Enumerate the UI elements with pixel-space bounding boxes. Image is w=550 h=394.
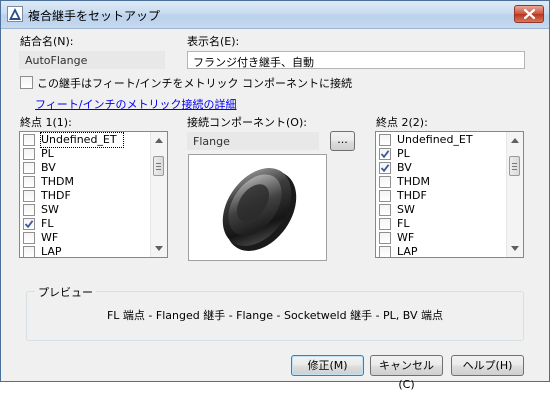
list-item[interactable]: LAP bbox=[379, 245, 507, 258]
endpoint1-scrollbar[interactable] bbox=[150, 132, 167, 257]
modify-button[interactable]: 修正(M) bbox=[291, 355, 364, 376]
list-item-label: LAP bbox=[41, 245, 62, 258]
list-item-label: WF bbox=[41, 231, 59, 244]
display-name-input[interactable]: フランジ付き継手、自動 bbox=[187, 51, 525, 69]
endpoint2-scrollbar[interactable] bbox=[506, 132, 523, 257]
preview-description: FL 端点 - Flanged 継手 - Flange - Socketweld… bbox=[106, 309, 444, 322]
list-item-label: PL bbox=[41, 147, 54, 160]
list-item-label: THDM bbox=[397, 175, 430, 188]
component-preview-image bbox=[188, 154, 327, 261]
checked-checkbox[interactable] bbox=[23, 218, 35, 230]
list-item[interactable]: THDF bbox=[379, 189, 507, 203]
endpoint2-label: 終点 2(2): bbox=[376, 116, 428, 129]
list-item-label: LAP bbox=[397, 245, 418, 258]
list-item-label: WF bbox=[397, 231, 415, 244]
list-item-label: SW bbox=[41, 203, 59, 216]
list-item[interactable]: PL bbox=[23, 147, 151, 161]
list-item-label: PL bbox=[397, 147, 410, 160]
list-item[interactable]: LAP bbox=[23, 245, 151, 258]
endpoint1-label: 終点 1(1): bbox=[20, 116, 72, 129]
connection-component-label: 接続コンポーネント(O): bbox=[187, 116, 307, 129]
list-item[interactable]: WF bbox=[23, 231, 151, 245]
connection-component-field: Flange bbox=[187, 132, 319, 150]
cancel-button[interactable]: キャンセル(C) bbox=[370, 355, 443, 391]
scroll-thumb[interactable] bbox=[153, 156, 164, 176]
list-item[interactable]: BV bbox=[23, 161, 151, 175]
unchecked-checkbox[interactable] bbox=[23, 176, 35, 188]
unchecked-checkbox[interactable] bbox=[23, 204, 35, 216]
list-item[interactable]: SW bbox=[379, 203, 507, 217]
scroll-up-icon[interactable] bbox=[155, 138, 163, 143]
joint-name-label: 結合名(N): bbox=[20, 35, 74, 48]
list-item[interactable]: SW bbox=[23, 203, 151, 217]
unchecked-checkbox[interactable] bbox=[379, 190, 391, 202]
checked-checkbox[interactable] bbox=[379, 162, 391, 174]
unchecked-checkbox[interactable] bbox=[379, 204, 391, 216]
list-item-label: SW bbox=[397, 203, 415, 216]
display-name-label: 表示名(E): bbox=[187, 35, 240, 48]
list-item[interactable]: THDF bbox=[23, 189, 151, 203]
list-item-label: THDM bbox=[41, 175, 74, 188]
check-icon bbox=[380, 150, 390, 159]
list-item-label: THDF bbox=[41, 189, 71, 202]
metric-details-link[interactable]: フィート/インチのメトリック接続の詳細 bbox=[35, 96, 237, 112]
unchecked-checkbox[interactable] bbox=[23, 134, 35, 146]
checked-checkbox[interactable] bbox=[379, 148, 391, 160]
list-item-label: THDF bbox=[397, 189, 427, 202]
scroll-thumb[interactable] bbox=[509, 156, 520, 176]
unchecked-checkbox[interactable] bbox=[379, 176, 391, 188]
list-item-label: BV bbox=[41, 161, 56, 174]
list-item-label: BV bbox=[397, 161, 412, 174]
list-item-label: Undefined_ET bbox=[40, 132, 124, 148]
app-logo-icon bbox=[7, 6, 23, 22]
help-button[interactable]: ヘルプ(H) bbox=[451, 355, 524, 376]
list-item[interactable]: FL bbox=[23, 217, 151, 231]
endpoint1-listbox[interactable]: Undefined_ET PL BV THDM THDF SW FL WF LAP bbox=[19, 131, 168, 258]
title-bar[interactable]: 複合継手をセットアップ bbox=[1, 1, 549, 29]
close-button[interactable] bbox=[514, 5, 544, 23]
list-item[interactable]: BV bbox=[379, 161, 507, 175]
check-icon bbox=[380, 164, 390, 173]
endpoint2-listbox[interactable]: Undefined_ET PL BV THDM THDF SW FL WF LAP bbox=[375, 131, 524, 258]
check-icon bbox=[24, 220, 34, 229]
list-item[interactable]: Undefined_ET bbox=[23, 132, 151, 148]
scroll-up-icon[interactable] bbox=[511, 138, 519, 143]
metric-connect-label: この継手はフィート/インチをメトリック コンポーネントに接続 bbox=[37, 77, 352, 90]
list-item-label: Undefined_ET bbox=[397, 133, 473, 146]
scroll-down-icon[interactable] bbox=[155, 246, 163, 251]
metric-connect-checkbox[interactable] bbox=[20, 76, 33, 89]
list-item[interactable]: Undefined_ET bbox=[379, 133, 507, 147]
list-item[interactable]: WF bbox=[379, 231, 507, 245]
list-item[interactable]: PL bbox=[379, 147, 507, 161]
unchecked-checkbox[interactable] bbox=[23, 190, 35, 202]
unchecked-checkbox[interactable] bbox=[23, 162, 35, 174]
unchecked-checkbox[interactable] bbox=[23, 148, 35, 160]
close-icon bbox=[524, 9, 535, 19]
unchecked-checkbox[interactable] bbox=[23, 246, 35, 257]
unchecked-checkbox[interactable] bbox=[379, 134, 391, 146]
unchecked-checkbox[interactable] bbox=[379, 232, 391, 244]
list-item-label: FL bbox=[397, 217, 410, 230]
list-item[interactable]: THDM bbox=[379, 175, 507, 189]
list-item[interactable]: THDM bbox=[23, 175, 151, 189]
preview-group-title: プレビュー bbox=[35, 284, 96, 300]
unchecked-checkbox[interactable] bbox=[23, 232, 35, 244]
unchecked-checkbox[interactable] bbox=[379, 218, 391, 230]
joint-name-field: AutoFlange bbox=[19, 51, 165, 69]
browse-button[interactable]: ... bbox=[330, 131, 355, 151]
flange-icon bbox=[222, 168, 297, 251]
window-title: 複合継手をセットアップ bbox=[28, 9, 161, 23]
scroll-down-icon[interactable] bbox=[511, 246, 519, 251]
list-item-label: FL bbox=[41, 217, 54, 230]
dialog-window: 複合継手をセットアップ 結合名(N): AutoFlange 表示名(E): フ… bbox=[0, 0, 550, 391]
unchecked-checkbox[interactable] bbox=[379, 246, 391, 257]
list-item[interactable]: FL bbox=[379, 217, 507, 231]
